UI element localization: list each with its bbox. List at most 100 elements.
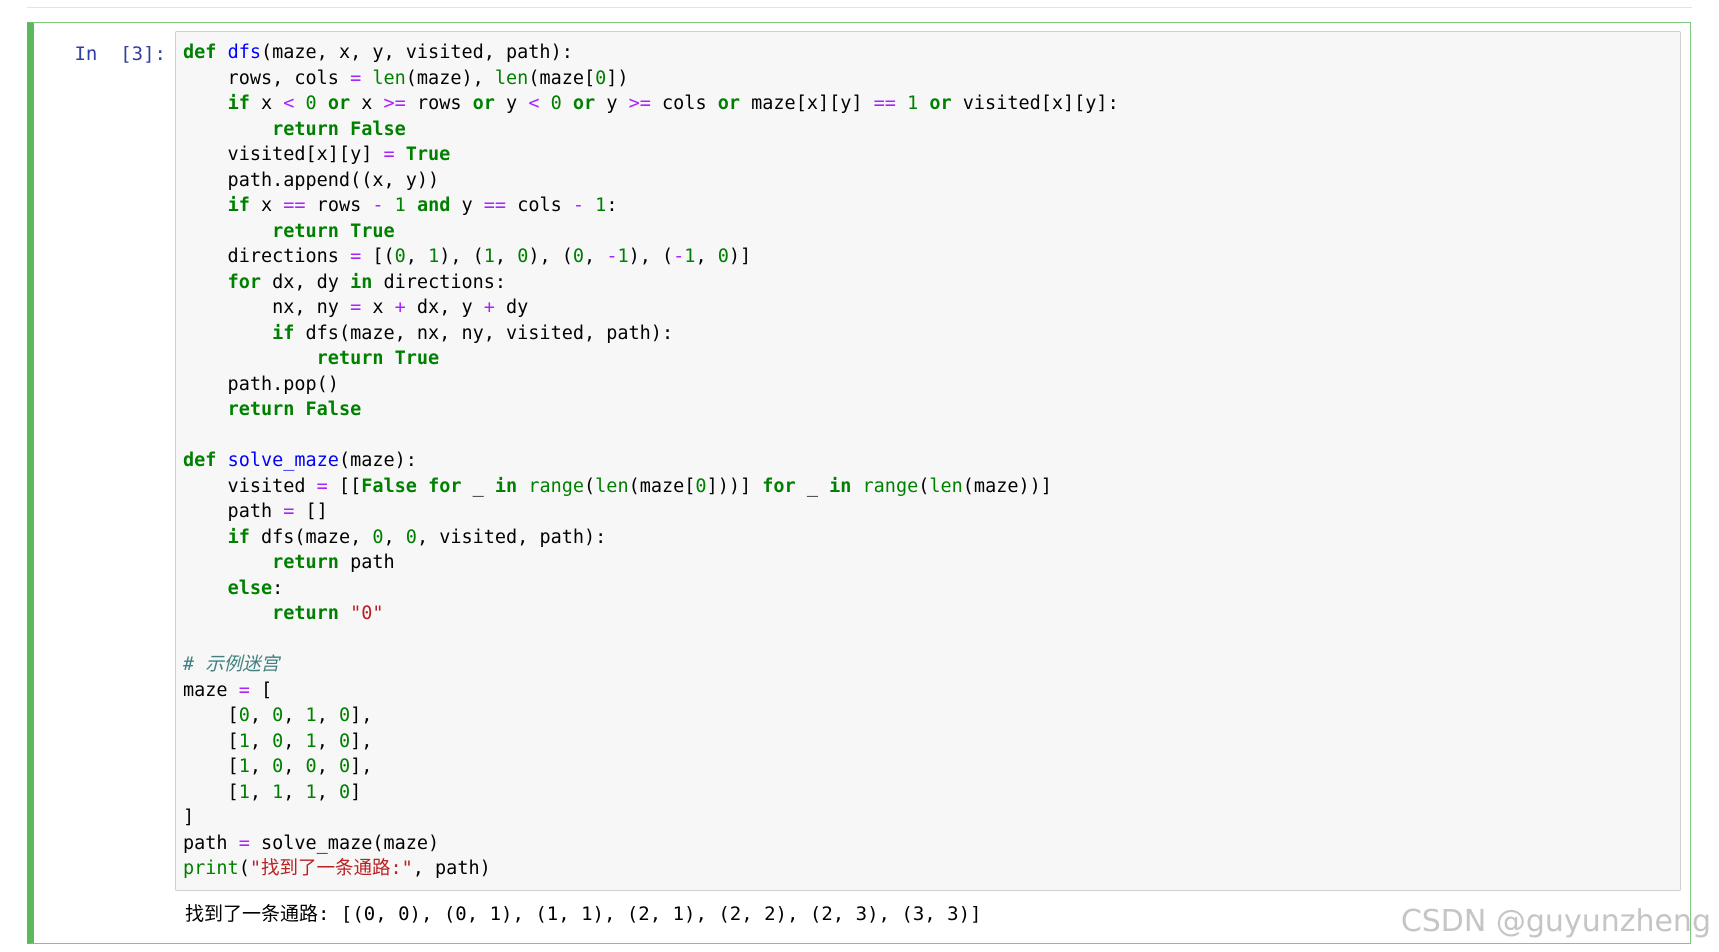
code-token: , [283, 705, 306, 726]
code-token: , [494, 246, 518, 267]
code-token: dy [494, 297, 529, 318]
code-token: False [361, 475, 417, 497]
code-line: if x < 0 or x >= rows or y < 0 or y >= c… [183, 91, 1119, 117]
code-token: range [862, 475, 919, 497]
code-token: [ [183, 781, 239, 803]
code-editor[interactable]: def dfs(maze, x, y, visited, path): rows… [183, 40, 1119, 882]
code-token: for [762, 475, 796, 497]
code-token: nx, ny [183, 297, 351, 318]
code-token: >= [383, 93, 406, 114]
code-token: path [183, 501, 284, 522]
code-token: , path) [412, 858, 491, 879]
code-line: [1, 1, 1, 0] [183, 780, 1119, 806]
code-token: visited[x][y] [183, 144, 384, 165]
code-token: _ [461, 475, 495, 497]
code-token: = [238, 679, 250, 701]
code-token: - [572, 195, 585, 216]
code-token: path [338, 552, 395, 573]
code-token: (maze[ [528, 67, 596, 89]
code-token: True [350, 220, 395, 242]
code-token: "找到了一条通路:" [249, 858, 413, 879]
code-line: path = solve_maze(maze) [183, 831, 1119, 857]
code-token: cols [650, 93, 718, 114]
code-token: rows, cols [183, 67, 351, 89]
code-token: , [383, 526, 406, 548]
code-token: = [350, 67, 362, 89]
code-token: = [283, 501, 295, 522]
code-line: return False [183, 117, 1119, 143]
code-line: return False [183, 397, 1119, 423]
code-token: 0 [338, 781, 351, 803]
code-token: directions: [372, 271, 507, 293]
code-token: path.pop() [183, 373, 339, 395]
code-token: 0 [305, 93, 317, 114]
code-token: (maze): [338, 450, 417, 471]
code-token: return [272, 552, 339, 573]
code-token: x [350, 93, 384, 114]
code-token: , [283, 730, 306, 752]
code-token: , [249, 781, 273, 803]
code-token: )] [728, 246, 752, 267]
code-token: True [405, 144, 451, 165]
code-token: 0 [405, 526, 417, 548]
code-token: else [227, 577, 273, 599]
code-token: , visited, path): [416, 526, 607, 548]
code-token: , [249, 705, 273, 726]
code-token: 1 [305, 705, 317, 726]
code-token: and [416, 195, 451, 216]
code-token: [ [249, 679, 273, 701]
code-token: ], [350, 705, 373, 726]
code-token: 1 [684, 246, 696, 267]
code-token: ]))] [706, 475, 763, 497]
code-token: 1 [595, 195, 607, 216]
code-token: ] [183, 807, 195, 828]
code-token: 1 [305, 730, 317, 752]
code-token: rows [305, 195, 373, 216]
code-token: , [584, 246, 607, 267]
code-token: [ [183, 756, 239, 777]
code-token: , [316, 705, 339, 726]
code-token: >= [628, 93, 651, 114]
code-token: range [528, 475, 585, 497]
code-line: return "0" [183, 601, 1119, 627]
code-line: return True [183, 219, 1119, 245]
code-token: ), ( [628, 246, 674, 267]
code-token: len [494, 67, 529, 89]
code-token: = [350, 246, 362, 267]
code-token: 0 [338, 756, 351, 777]
code-token: 1 [428, 246, 440, 267]
code-token: in [494, 475, 518, 497]
code-line: if dfs(maze, nx, ny, visited, path): [183, 321, 1119, 347]
code-line: visited = [[False for _ in range(len(maz… [183, 474, 1119, 500]
code-token: def [183, 42, 217, 63]
code-token: [] [294, 501, 328, 522]
code-line: rows, cols = len(maze), len(maze[0]) [183, 66, 1119, 92]
code-token: return [272, 603, 339, 624]
code-line: return True [183, 346, 1119, 372]
code-token: return [272, 220, 339, 242]
code-token: = [238, 832, 250, 854]
code-line: directions = [(0, 1), (1, 0), (0, -1), (… [183, 244, 1119, 270]
code-token: x [249, 195, 284, 216]
code-token: 1 [617, 246, 629, 267]
code-line: for dx, dy in directions: [183, 270, 1119, 296]
code-token: or [327, 93, 351, 114]
code-token: return [316, 348, 384, 369]
